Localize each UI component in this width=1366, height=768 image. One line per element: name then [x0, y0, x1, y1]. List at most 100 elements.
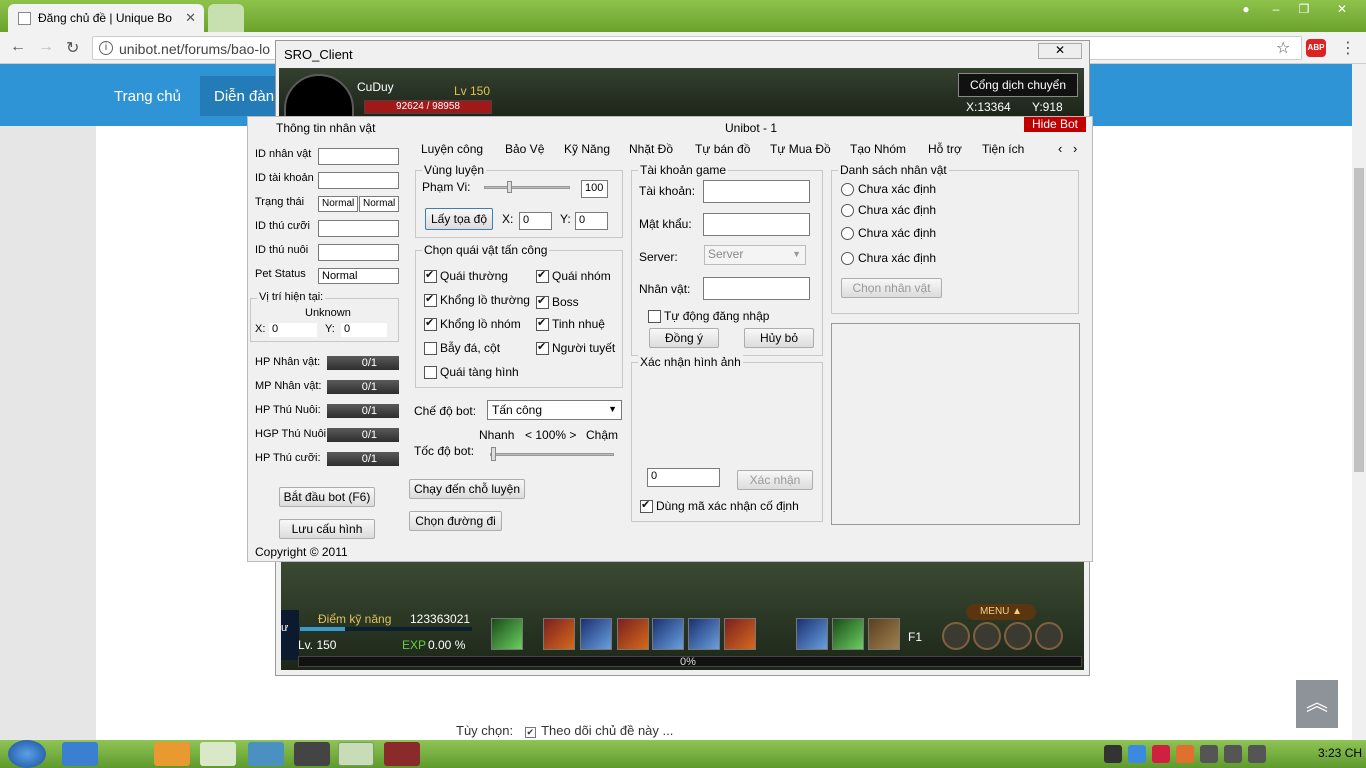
choose-char-button[interactable]: Chọn nhân vật	[841, 278, 942, 298]
chk-party[interactable]: Quái nhóm	[536, 268, 611, 283]
cancel-button[interactable]: Hủy bỏ	[744, 328, 814, 348]
zalo-icon[interactable]	[1128, 745, 1146, 763]
reload-icon[interactable]: ↻	[66, 38, 79, 58]
tab-training[interactable]: Luyện công	[421, 142, 483, 156]
taskbar-clock[interactable]: 3:23 CH	[1318, 746, 1362, 760]
tray-icon[interactable]	[1176, 745, 1194, 763]
app-icon[interactable]	[294, 742, 330, 766]
chk-trap[interactable]: Bẫy đá, cột	[424, 341, 500, 355]
mode-select[interactable]: Tấn công ▼	[487, 400, 622, 420]
user-icon[interactable]: ●	[1232, 0, 1260, 20]
info-icon[interactable]: i	[99, 41, 113, 55]
tab-scroll-right-icon[interactable]: ›	[1073, 141, 1077, 156]
unibot-icon[interactable]	[338, 742, 374, 766]
tab-support[interactable]: Hỗ trợ	[928, 142, 962, 156]
network-icon[interactable]	[1200, 745, 1218, 763]
chk-invisible[interactable]: Quái tàng hình	[424, 365, 519, 379]
choose-path-button[interactable]: Chọn đường đi	[409, 511, 502, 531]
flag-icon[interactable]	[1248, 745, 1266, 763]
character-input[interactable]	[703, 277, 810, 300]
chest-slot-icon[interactable]	[868, 618, 900, 650]
page-scrollbar[interactable]	[1352, 64, 1366, 740]
watch-checkbox[interactable]: ✔	[524, 727, 536, 738]
media-player-icon[interactable]	[154, 742, 190, 766]
menu-dots-icon[interactable]: ⋮	[1340, 38, 1356, 58]
range-slider-thumb[interactable]	[507, 181, 512, 193]
scroll-top-button[interactable]: ︽	[1296, 680, 1338, 728]
ie-icon[interactable]	[62, 742, 98, 766]
pet-id-field[interactable]	[318, 244, 399, 261]
new-tab-button[interactable]	[208, 4, 244, 32]
chk-giant-party[interactable]: Khổng lồ nhóm	[424, 316, 521, 331]
close-window-icon[interactable]: ✕	[1320, 0, 1364, 20]
range-slider[interactable]	[484, 181, 570, 193]
forward-icon[interactable]: →	[38, 38, 54, 56]
chk-boss[interactable]: Boss	[536, 294, 579, 309]
tab-protect[interactable]: Bảo Vệ	[505, 142, 544, 156]
start-button[interactable]	[8, 740, 46, 768]
skill-slot-icon[interactable]	[796, 618, 828, 650]
skill-slot-icon[interactable]	[580, 618, 612, 650]
get-coords-button[interactable]: Lấy tọa độ	[425, 208, 493, 230]
game-menu-button[interactable]: MENU ▲	[966, 604, 1036, 620]
captcha-input[interactable]: 0	[647, 468, 720, 487]
save-config-button[interactable]: Lưu cấu hình	[279, 519, 375, 539]
back-icon[interactable]: ←	[10, 38, 26, 56]
password-input[interactable]	[703, 213, 810, 236]
hide-bot-button[interactable]: Hide Bot	[1024, 117, 1086, 132]
volume-icon[interactable]	[1224, 745, 1242, 763]
tab-utilities[interactable]: Tiện ích	[982, 142, 1024, 156]
char-radio-4[interactable]: Chưa xác định	[841, 251, 936, 265]
maximize-icon[interactable]: ❐	[1290, 0, 1318, 20]
teleport-button[interactable]: Cổng dịch chuyển	[958, 73, 1078, 97]
nav-home[interactable]: Trang chủ	[114, 88, 181, 105]
char-radio-3[interactable]: Chưa xác định	[841, 226, 936, 240]
chk-snowman[interactable]: Người tuyết	[536, 340, 615, 355]
tab-auto-buy[interactable]: Tự Mua Đồ	[770, 142, 831, 156]
skill-slot-icon[interactable]	[543, 618, 575, 650]
minimize-icon[interactable]: –	[1262, 0, 1290, 20]
range-input[interactable]: 100	[581, 180, 608, 198]
close-tab-icon[interactable]: ✕	[185, 10, 196, 26]
ok-button[interactable]: Đồng ý	[649, 328, 719, 348]
star-icon[interactable]: ☆	[1276, 38, 1290, 58]
speed-slider-thumb[interactable]	[491, 447, 496, 461]
skill-slot-icon[interactable]	[491, 618, 523, 650]
browser-tab[interactable]: Đăng chủ đề | Unique Bo ✕	[8, 4, 204, 32]
skills-menu-icon[interactable]	[1004, 622, 1032, 650]
server-select[interactable]: Server ▼	[704, 245, 806, 265]
adblock-icon[interactable]: ABP	[1306, 39, 1326, 57]
inventory-menu-icon[interactable]	[973, 622, 1001, 650]
account-id-field[interactable]	[318, 172, 399, 189]
chk-giant-normal[interactable]: Khổng lồ thường	[424, 292, 530, 307]
char-radio-2[interactable]: Chưa xác định	[841, 203, 936, 217]
tab-party[interactable]: Tạo Nhóm	[850, 142, 906, 156]
mount-id-field[interactable]	[318, 220, 399, 237]
tray-icon[interactable]	[1104, 745, 1122, 763]
sro-close-button[interactable]: ✕	[1038, 43, 1082, 59]
sro-icon[interactable]	[384, 742, 420, 766]
quest-menu-icon[interactable]	[1035, 622, 1063, 650]
potion-slot-icon[interactable]	[832, 618, 864, 650]
account-input[interactable]	[703, 180, 810, 203]
character-menu-icon[interactable]	[942, 622, 970, 650]
start-bot-button[interactable]: Bắt đầu bot (F6)	[279, 487, 375, 507]
chrome-icon[interactable]	[200, 742, 236, 766]
skill-slot-icon[interactable]	[652, 618, 684, 650]
speed-slider[interactable]	[490, 447, 614, 461]
chk-auto-login[interactable]: Tự động đăng nhập	[648, 309, 769, 323]
tab-scroll-left-icon[interactable]: ‹	[1058, 141, 1062, 156]
scrollbar-thumb[interactable]	[1354, 168, 1364, 472]
go-training-button[interactable]: Chạy đến chỗ luyện	[409, 479, 525, 499]
chk-normal[interactable]: Quái thường	[424, 268, 508, 283]
tab-pickup[interactable]: Nhặt Đồ	[629, 142, 673, 156]
char-radio-1[interactable]: Chưa xác định	[841, 182, 936, 196]
chk-fixed-captcha[interactable]: Dùng mã xác nhận cố định	[640, 498, 799, 513]
app-icon[interactable]	[248, 742, 284, 766]
tab-skills[interactable]: Kỹ Năng	[564, 142, 610, 156]
captcha-confirm-button[interactable]: Xác nhận	[737, 470, 813, 490]
skill-slot-icon[interactable]	[617, 618, 649, 650]
char-id-field[interactable]	[318, 148, 399, 165]
train-x-input[interactable]: 0	[519, 212, 552, 230]
train-y-input[interactable]: 0	[575, 212, 608, 230]
